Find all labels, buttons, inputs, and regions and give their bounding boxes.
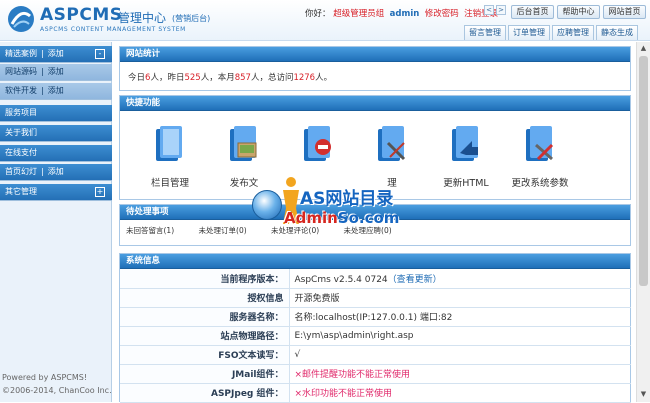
sidebar-item-label: 精选案例: [5, 49, 37, 58]
table-row: JMail组件： ×邮件提醒功能不能正常使用: [120, 364, 631, 384]
sidebar-item-label: 网站源码: [5, 67, 37, 76]
tab-static-generate[interactable]: 静态生成: [596, 25, 638, 40]
sidebar-item-home-slides[interactable]: 首页幻灯 | 添加: [0, 164, 112, 181]
todo-unprocessed-orders[interactable]: 未处理订单(0): [199, 226, 247, 235]
vertical-scrollbar[interactable]: ▲ ▼: [636, 42, 650, 402]
info-value: 开源免费版: [289, 288, 631, 308]
info-key: 授权信息: [120, 288, 290, 308]
sidebar-add-link[interactable]: 添加: [48, 86, 64, 95]
wrench-folder-icon: [526, 126, 554, 161]
sidebar-add-link[interactable]: 添加: [48, 49, 64, 58]
sidebar-item-label: 在线支付: [5, 148, 37, 157]
watermark-title: AS网站目录: [300, 189, 394, 209]
greeting-text: 你好：: [305, 9, 331, 19]
aspcms-logo-icon: [8, 6, 34, 32]
folder-icon: [156, 126, 182, 161]
table-row: FSO文本读写： √: [120, 345, 631, 365]
globe-icon: [252, 190, 282, 220]
watermark-domain: AdminSo.com: [284, 209, 400, 227]
visit-stats: 今日6人，昨日525人，本月857人，总访问1276人。: [128, 73, 333, 83]
info-value: ×水印功能不能正常使用: [289, 383, 631, 403]
info-key: ASPJpeg 组件：: [120, 383, 290, 403]
picture-folder-icon: [230, 126, 257, 161]
sidebar-item-label: 软件开发: [5, 86, 37, 95]
sidebar-item-source-code[interactable]: 网站源码 | 添加: [0, 64, 112, 81]
panel-title: 快捷功能: [120, 96, 630, 111]
table-row: 当前程序版本： AspCms v2.5.4 0724（查看更新）: [120, 269, 631, 289]
quick-item-columns[interactable]: 栏目管理: [140, 113, 200, 193]
info-key: JMail组件：: [120, 364, 290, 384]
sidebar-add-link[interactable]: 添加: [48, 167, 64, 176]
brand-subtitle-small: (营销后台): [172, 14, 211, 23]
info-value: ×邮件提醒功能不能正常使用: [289, 364, 631, 384]
arrow-folder-icon: [452, 126, 478, 161]
scroll-thumb[interactable]: [639, 56, 648, 286]
panel-title: 系统信息: [120, 254, 630, 269]
panel-title: 网站统计: [120, 47, 630, 62]
tools-folder-icon: [378, 126, 406, 161]
sidebar: 精选案例 | 添加 - 网站源码 | 添加 软件开发 | 添加 服务项目 关于我们 在线支付…: [0, 42, 112, 402]
watermark: AS网站目录 AdminSo.com: [252, 176, 412, 232]
quick-item-label: 更新HTML: [443, 178, 489, 189]
sidebar-item-other[interactable]: 其它管理 +: [0, 184, 112, 201]
copyright: ©2006-2014, ChanCoo Inc.: [2, 386, 112, 395]
scroll-up-icon[interactable]: ▲: [638, 43, 649, 54]
admin-home-button[interactable]: 后台首页: [511, 5, 554, 19]
total-count: 1276: [293, 73, 316, 83]
quick-item-system-params[interactable]: 更改系统参数: [510, 113, 570, 193]
info-value: E:\ym\asp\admin\right.asp: [289, 326, 631, 346]
quick-item-label: 更改系统参数: [511, 178, 569, 189]
info-key: 站点物理路径：: [120, 326, 290, 346]
sidebar-item-services[interactable]: 服务项目: [0, 105, 112, 122]
nav-prev-button[interactable]: <: [484, 5, 494, 15]
brand-name: ASPCMS: [40, 5, 123, 25]
stats-panel: 网站统计 今日6人，昨日525人，本月857人，总访问1276人。: [119, 46, 631, 91]
check-update-link[interactable]: （查看更新）: [388, 275, 442, 285]
system-info-table: 当前程序版本： AspCms v2.5.4 0724（查看更新） 授权信息 开源…: [120, 269, 631, 403]
table-row: ASPJpeg 组件： ×水印功能不能正常使用: [120, 383, 631, 403]
tab-applications[interactable]: 应聘管理: [552, 25, 594, 40]
table-row: 站点物理路径： E:\ym\asp\admin\right.asp: [120, 326, 631, 346]
tab-orders[interactable]: 订单管理: [508, 25, 550, 40]
sidebar-item-label: 首页幻灯: [5, 167, 37, 176]
info-key: 服务器名称：: [120, 307, 290, 327]
sidebar-item-software-dev[interactable]: 软件开发 | 添加: [0, 83, 112, 100]
site-home-button[interactable]: 网站首页: [603, 5, 646, 19]
info-value: AspCms v2.5.4 0724（查看更新）: [289, 269, 631, 289]
info-key: FSO文本读写：: [120, 345, 290, 365]
change-password-link[interactable]: 修改密码: [425, 9, 459, 19]
todo-unanswered-messages[interactable]: 未回答留言(1): [126, 226, 174, 235]
brand-subtitle: 管理中心: [118, 11, 167, 25]
collapse-icon[interactable]: -: [95, 49, 105, 59]
sidebar-item-label: 服务项目: [5, 108, 37, 117]
system-info-panel: 系统信息 当前程序版本： AspCms v2.5.4 0724（查看更新） 授权…: [119, 253, 631, 403]
scroll-down-icon[interactable]: ▼: [638, 389, 649, 400]
info-key: 当前程序版本：: [120, 269, 290, 289]
tab-messages[interactable]: 留言管理: [464, 25, 506, 40]
powered-by: Powered by ASPCMS!: [2, 373, 88, 382]
brand-tagline: ASPCMS CONTENT MANAGEMENT SYSTEM: [40, 26, 186, 33]
info-value: √: [289, 345, 631, 365]
table-row: 授权信息 开源免费版: [120, 288, 631, 308]
nav-next-button[interactable]: >: [496, 5, 506, 15]
user-greeting: 你好： 超级管理员组 admin 修改密码 注销登录: [305, 7, 498, 19]
help-center-button[interactable]: 帮助中心: [557, 5, 600, 19]
sidebar-item-label: 其它管理: [5, 187, 37, 196]
sidebar-item-label: 关于我们: [5, 128, 37, 137]
quick-item-label: 栏目管理: [150, 178, 189, 189]
sidebar-add-link[interactable]: 添加: [48, 67, 64, 76]
top-bar: ASPCMS 管理中心 (营销后台) ASPCMS CONTENT MANAGE…: [0, 0, 650, 41]
sidebar-item-cases[interactable]: 精选案例 | 添加 -: [0, 46, 112, 63]
info-value: 名称:localhost(IP:127.0.0.1) 端口:82: [289, 307, 631, 327]
user-role: 超级管理员组: [333, 9, 385, 19]
month-count: 857: [234, 73, 251, 83]
user-name: admin: [389, 9, 420, 19]
sidebar-item-about[interactable]: 关于我们: [0, 125, 112, 142]
sidebar-item-online-pay[interactable]: 在线支付: [0, 145, 112, 162]
stop-folder-icon: [304, 126, 331, 161]
table-row: 服务器名称： 名称:localhost(IP:127.0.0.1) 端口:82: [120, 307, 631, 327]
expand-icon[interactable]: +: [95, 187, 105, 197]
yesterday-count: 525: [184, 73, 201, 83]
quick-item-update-html[interactable]: 更新HTML: [436, 113, 496, 193]
